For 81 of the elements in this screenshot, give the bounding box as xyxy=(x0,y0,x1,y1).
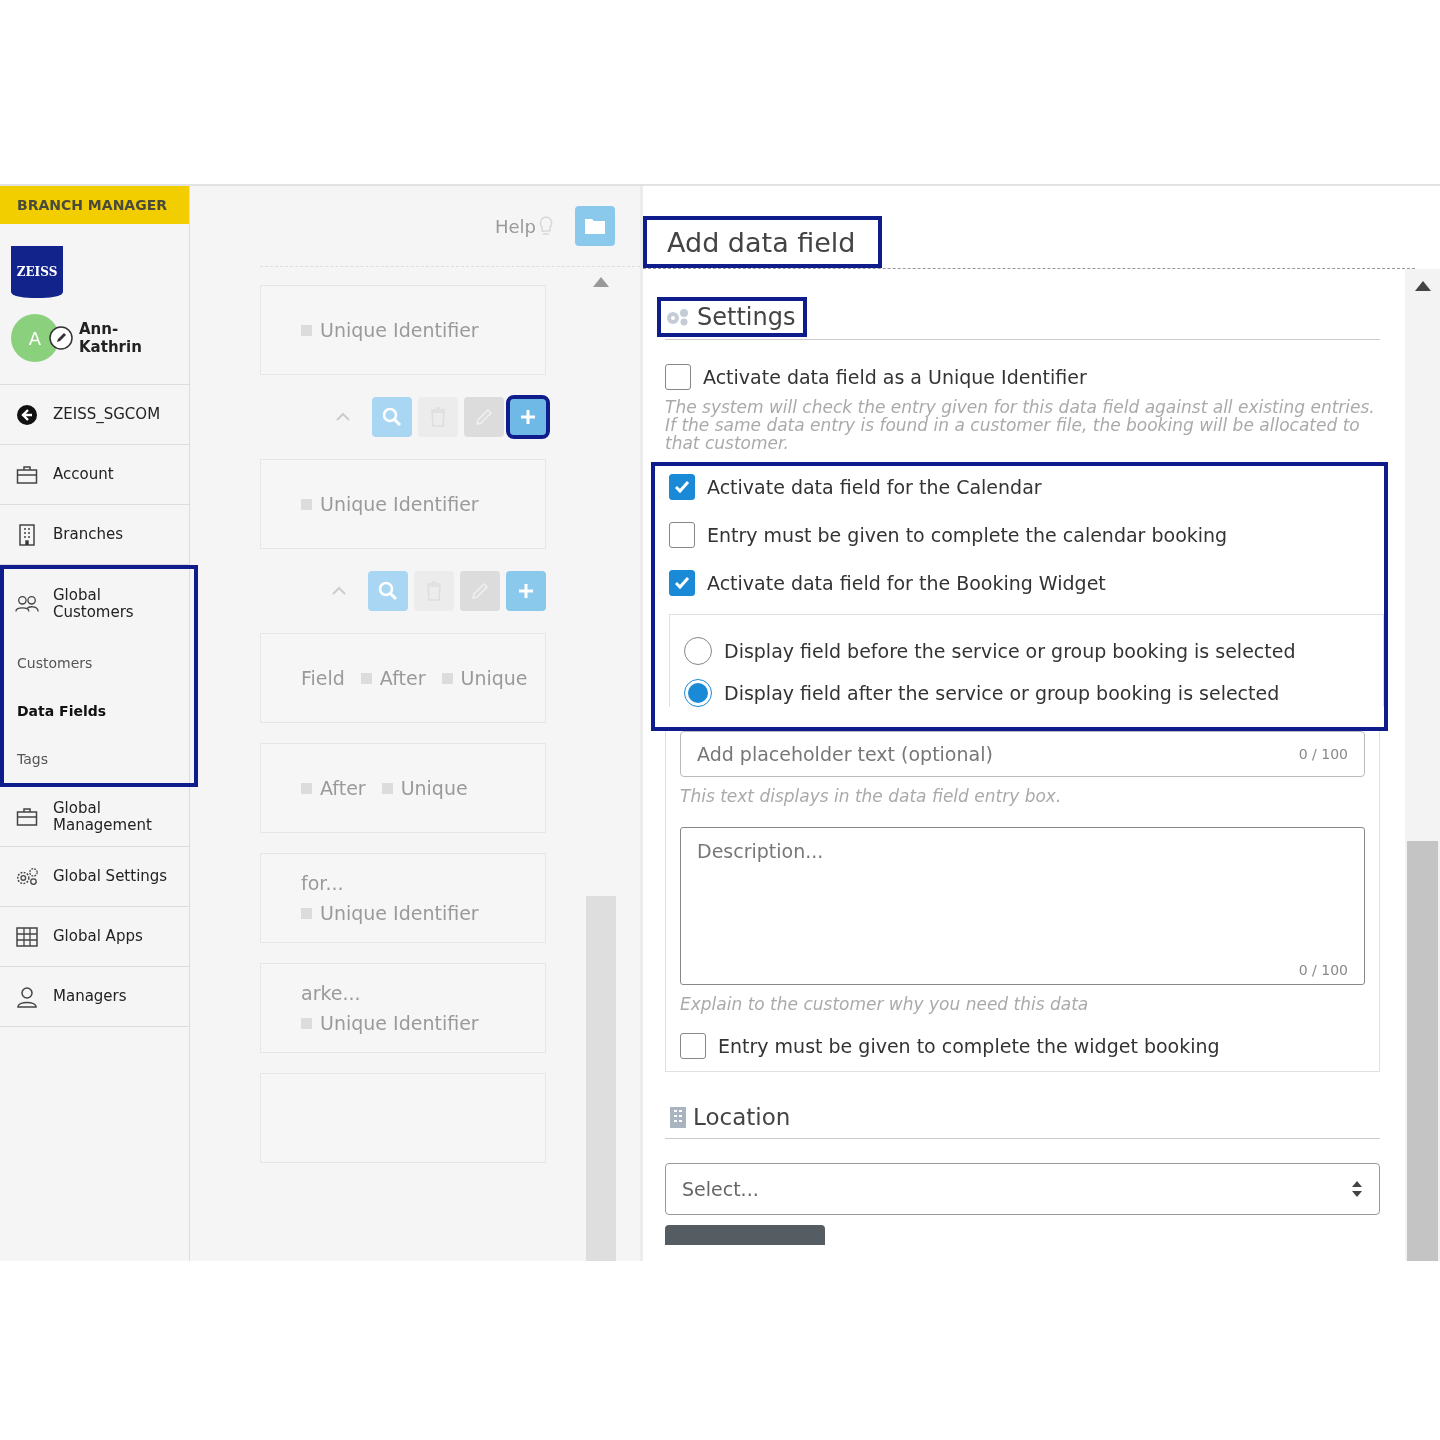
edit-button[interactable] xyxy=(460,571,500,611)
building-icon xyxy=(18,523,36,546)
folder-button[interactable] xyxy=(575,206,615,246)
lightbulb-icon xyxy=(539,216,553,236)
sort-caret-icon xyxy=(1351,1180,1363,1198)
nav-item[interactable]: ZEISS_SGCOM xyxy=(0,385,189,445)
checkbox-label: Activate data field for the Calendar xyxy=(707,476,1042,498)
search-icon xyxy=(381,406,403,428)
briefcase-icon xyxy=(16,806,38,827)
location-select[interactable]: Select... xyxy=(665,1163,1380,1215)
nav-subitem[interactable]: Tags xyxy=(4,735,194,783)
nav-item[interactable]: Global Management xyxy=(0,787,189,847)
radio-button[interactable] xyxy=(684,679,712,707)
card-label: Field xyxy=(301,667,345,689)
radio-label: Display field before the service or group booking is selected xyxy=(724,640,1296,662)
radio-button[interactable] xyxy=(684,637,712,665)
user-name: Ann-Kathrin xyxy=(79,320,143,356)
card-tag: Unique xyxy=(441,667,528,689)
location-heading: Location xyxy=(693,1104,791,1130)
add-button[interactable] xyxy=(506,571,546,611)
checkbox[interactable] xyxy=(669,570,695,596)
checkbox-label: Activate data field as a Unique Identifier xyxy=(703,366,1087,388)
plus-icon xyxy=(519,408,537,426)
checkbox[interactable] xyxy=(665,364,691,390)
people-icon xyxy=(15,594,39,614)
chevron-up-icon[interactable] xyxy=(336,412,350,422)
delete-button[interactable] xyxy=(418,397,458,437)
edit-icon[interactable] xyxy=(49,326,73,350)
checkbox-label: Activate data field for the Booking Widget xyxy=(707,572,1106,594)
char-counter: 0 / 100 xyxy=(1298,962,1348,978)
checkbox[interactable] xyxy=(669,522,695,548)
card-tag: Unique Identifier xyxy=(301,902,479,924)
nav-item[interactable]: Global Apps xyxy=(0,907,189,967)
nav-item[interactable]: Branches xyxy=(0,505,189,565)
person-icon xyxy=(16,985,38,1008)
delete-button[interactable] xyxy=(414,571,454,611)
card-title: for... xyxy=(301,872,345,894)
chevron-up-icon[interactable] xyxy=(332,586,346,596)
briefcase-icon xyxy=(16,464,38,485)
nav-item[interactable]: Managers xyxy=(0,967,189,1027)
panel-title: Add data field xyxy=(643,216,882,268)
scrollbar-thumb[interactable] xyxy=(1407,841,1438,1261)
card-tag: Unique xyxy=(381,777,468,799)
card-tag: Unique Identifier xyxy=(301,319,479,341)
search-icon xyxy=(377,580,399,602)
role-badge: BRANCH MANAGER xyxy=(0,186,189,224)
hint-text: The system will check the entry given for this data field against all existing entries. If the same data entry is found in a customer file, the booking will be allocated to that customer. xyxy=(665,398,1376,452)
card-tag: After xyxy=(301,777,366,799)
edit-button[interactable] xyxy=(464,397,504,437)
checkbox-label: Entry must be given to complete the calendar booking xyxy=(707,524,1228,546)
settings-heading-text: Settings xyxy=(697,303,796,331)
checkbox-label: Entry must be given to complete the widget booking xyxy=(718,1035,1220,1057)
scrollbar-thumb[interactable] xyxy=(586,896,616,1261)
search-button[interactable] xyxy=(368,571,408,611)
card-tag: Unique Identifier xyxy=(301,1012,479,1034)
char-counter: 0 / 100 xyxy=(1298,746,1348,762)
radio-label: Display field after the service or group booking is selected xyxy=(724,682,1280,704)
search-button[interactable] xyxy=(372,397,412,437)
nav-item[interactable]: Account xyxy=(0,445,189,505)
card-title: arke... xyxy=(301,982,362,1004)
nav-subitem[interactable]: Customers xyxy=(4,639,194,687)
nav-item[interactable]: Global Customers xyxy=(4,569,194,639)
tag-chip[interactable] xyxy=(665,1225,825,1245)
gears-icon xyxy=(15,865,39,888)
scroll-up-icon[interactable] xyxy=(1414,281,1431,291)
card-tag: After xyxy=(360,667,426,689)
folder-icon xyxy=(584,217,606,235)
company-logo: ZEISS xyxy=(11,246,63,298)
nav-item[interactable]: Global Settings xyxy=(0,847,189,907)
placeholder-input-field[interactable]: Add placeholder text (optional) 0 / 100 xyxy=(680,731,1365,777)
card-tag: Unique Identifier xyxy=(301,493,479,515)
building-icon xyxy=(669,1106,687,1128)
hint-text: This text displays in the data field entry box. xyxy=(680,787,1063,805)
checkbox[interactable] xyxy=(680,1033,706,1059)
description-field[interactable]: Description... 0 / 100 xyxy=(680,827,1365,985)
grid-icon xyxy=(16,926,38,947)
plus-icon xyxy=(517,582,535,600)
checkbox[interactable] xyxy=(669,474,695,500)
nav-subitem[interactable]: Data Fields xyxy=(4,687,194,735)
gears-icon xyxy=(665,307,691,327)
hint-text: Explain to the customer why you need this data xyxy=(680,995,1090,1013)
